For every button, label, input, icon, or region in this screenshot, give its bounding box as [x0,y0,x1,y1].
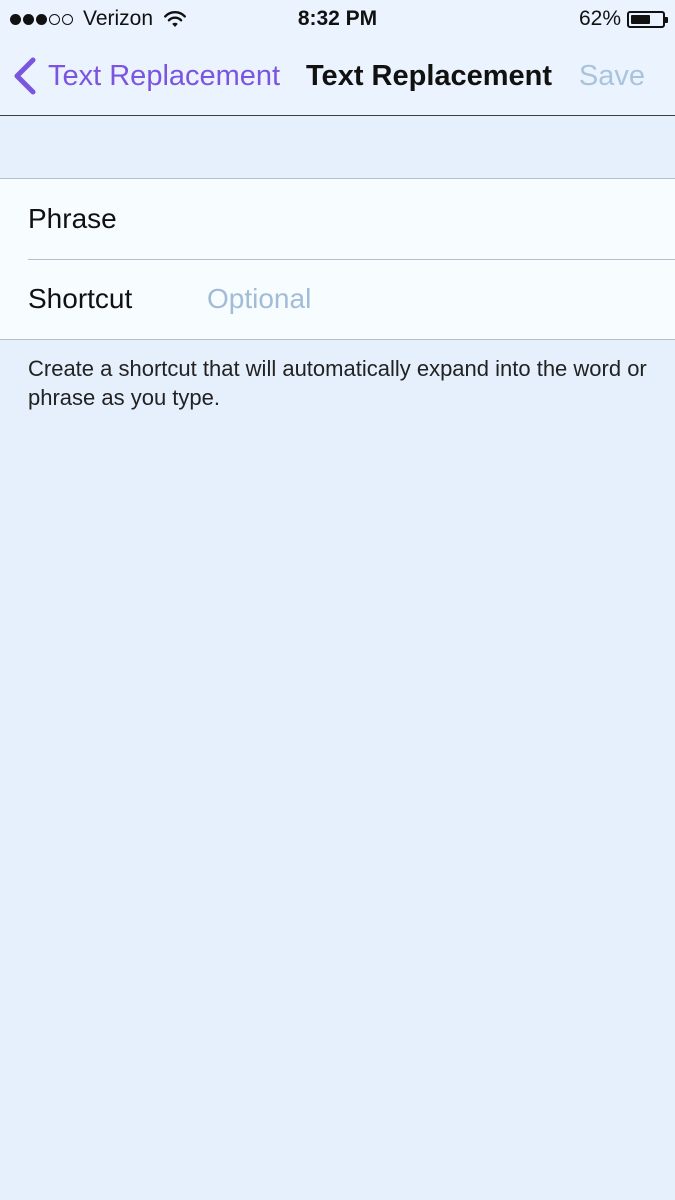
battery-percent: 62% [578,7,621,30]
shortcut-input[interactable] [207,277,647,321]
battery-level-fill [631,14,650,24]
status-time: 8:32 PM [297,7,378,30]
shortcut-row[interactable]: Shortcut [0,259,675,339]
back-button-label: Text Replacement [48,59,281,92]
phrase-row[interactable]: Phrase [0,179,675,259]
status-right: 62% [578,6,668,32]
status-bar: Verizon 8:32 PM 62% [0,0,675,38]
page-title: Text Replacement [306,60,553,92]
phrase-input[interactable] [207,197,647,241]
navigation-bar: Text Replacement Text Replacement Save [0,38,675,116]
battery-icon [627,10,668,28]
chevron-left-icon [14,57,36,95]
footer-description: Create a shortcut that will automaticall… [28,356,647,410]
text-replacement-form: Phrase Shortcut [0,178,675,340]
phrase-label: Phrase [28,203,117,234]
save-button[interactable]: Save [579,54,645,98]
back-button[interactable]: Text Replacement [12,54,280,98]
shortcut-label: Shortcut [28,283,133,314]
